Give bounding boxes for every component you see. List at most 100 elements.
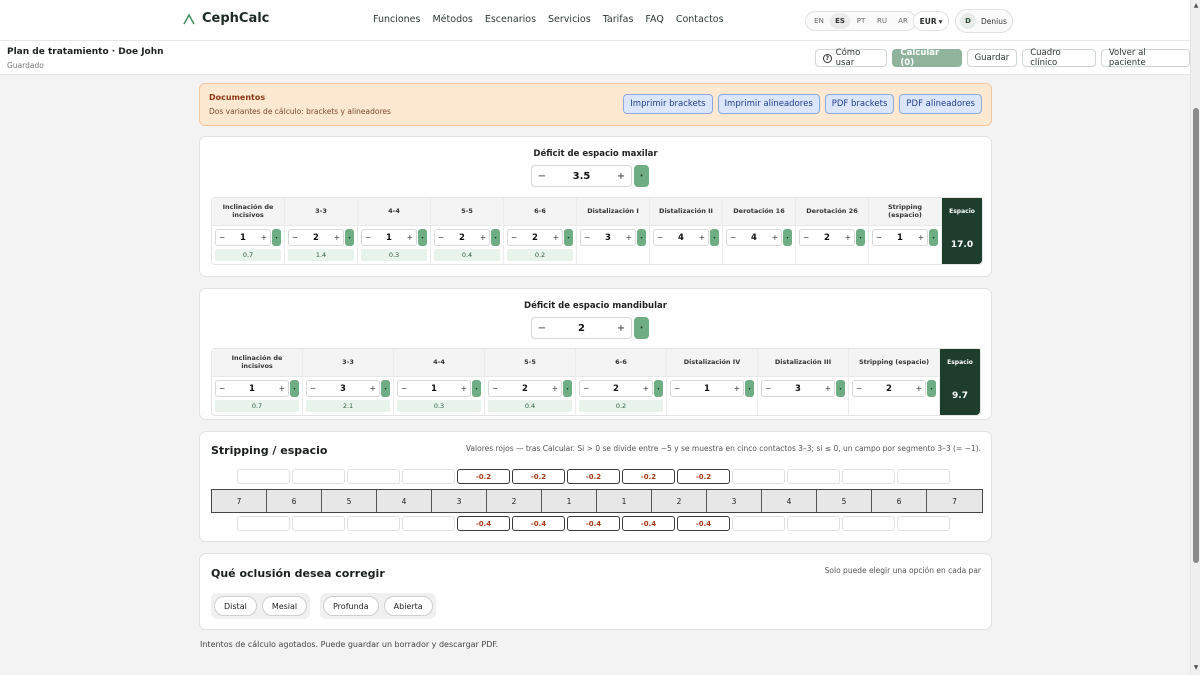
plus-icon[interactable]: +: [643, 384, 649, 393]
pdf-brackets-button[interactable]: PDF brackets: [824, 94, 895, 114]
user-menu[interactable]: D Denius: [955, 9, 1013, 33]
param-apply-button[interactable]: ▾: [472, 380, 481, 397]
stripping-cell[interactable]: [402, 469, 455, 484]
maxillary-value-field[interactable]: − 3.5 +: [531, 165, 632, 187]
plus-icon[interactable]: +: [552, 384, 558, 393]
stripping-cell[interactable]: [787, 516, 840, 531]
param-apply-button[interactable]: ▾: [856, 229, 865, 246]
stripping-cell[interactable]: [402, 516, 455, 531]
plus-icon[interactable]: +: [616, 323, 626, 334]
minus-icon[interactable]: −: [657, 233, 663, 242]
plus-icon[interactable]: +: [699, 233, 705, 242]
mandibular-value-field[interactable]: − 2 +: [531, 317, 632, 339]
param-apply-button[interactable]: ▾: [783, 229, 792, 246]
stripping-cell[interactable]: -0.4: [457, 516, 510, 531]
back-to-patient-button[interactable]: Volver al paciente: [1100, 48, 1190, 68]
plus-icon[interactable]: +: [370, 384, 376, 393]
plus-icon[interactable]: +: [279, 384, 285, 393]
lang-es[interactable]: ES: [830, 13, 850, 29]
stripping-cell[interactable]: [897, 469, 950, 484]
stripping-cell[interactable]: -0.4: [567, 516, 620, 531]
minus-icon[interactable]: −: [730, 233, 736, 242]
clinical-picture-button[interactable]: Cuadro clínico: [1022, 48, 1096, 68]
minus-icon[interactable]: −: [537, 323, 547, 334]
param-apply-button[interactable]: ▾: [563, 380, 572, 397]
minus-icon[interactable]: −: [537, 171, 547, 182]
param-value-field[interactable]: − 2 +: [488, 380, 562, 397]
calculate-button[interactable]: Calcular (0): [892, 48, 962, 68]
lang-ar[interactable]: AR: [893, 13, 913, 29]
minus-icon[interactable]: −: [219, 384, 225, 393]
stripping-cell[interactable]: [732, 516, 785, 531]
nav-servicios[interactable]: Servicios: [548, 14, 591, 25]
scroll-up-icon[interactable]: ▲: [1192, 2, 1200, 10]
param-value-field[interactable]: − 3 +: [306, 380, 380, 397]
param-apply-button[interactable]: ▾: [929, 229, 938, 246]
minus-icon[interactable]: −: [292, 233, 298, 242]
brand-logo[interactable]: CephCalc: [182, 11, 269, 26]
minus-icon[interactable]: −: [584, 233, 590, 242]
param-value-field[interactable]: − 3 +: [580, 229, 636, 246]
plus-icon[interactable]: +: [825, 384, 831, 393]
param-value-field[interactable]: − 4 +: [726, 229, 782, 246]
plus-icon[interactable]: +: [772, 233, 778, 242]
param-apply-button[interactable]: ▾: [710, 229, 719, 246]
stripping-cell[interactable]: [732, 469, 785, 484]
plus-icon[interactable]: +: [734, 384, 740, 393]
param-apply-button[interactable]: ▾: [418, 229, 427, 246]
param-apply-button[interactable]: ▾: [290, 380, 299, 397]
plus-icon[interactable]: +: [461, 384, 467, 393]
plus-icon[interactable]: +: [616, 171, 626, 182]
pdf-aligners-button[interactable]: PDF alineadores: [899, 94, 982, 114]
param-value-field[interactable]: − 2 +: [799, 229, 855, 246]
stripping-cell[interactable]: [347, 516, 400, 531]
param-value-field[interactable]: − 1 +: [215, 229, 271, 246]
param-apply-button[interactable]: ▾: [381, 380, 390, 397]
minus-icon[interactable]: −: [438, 233, 444, 242]
param-apply-button[interactable]: ▾: [272, 229, 281, 246]
minus-icon[interactable]: −: [856, 384, 862, 393]
stripping-cell[interactable]: -0.2: [622, 469, 675, 484]
minus-icon[interactable]: −: [765, 384, 771, 393]
option-abierta[interactable]: Abierta: [383, 596, 433, 616]
param-value-field[interactable]: − 4 +: [653, 229, 709, 246]
param-value-field[interactable]: − 3 +: [761, 380, 835, 397]
save-button[interactable]: Guardar: [966, 49, 1018, 67]
lang-en[interactable]: EN: [809, 13, 829, 29]
stripping-cell[interactable]: [347, 469, 400, 484]
param-apply-button[interactable]: ▾: [564, 229, 573, 246]
maxillary-apply-button[interactable]: ▾: [634, 165, 649, 187]
minus-icon[interactable]: −: [365, 233, 371, 242]
param-apply-button[interactable]: ▾: [836, 380, 845, 397]
param-value-field[interactable]: − 1 +: [397, 380, 471, 397]
param-apply-button[interactable]: ▾: [654, 380, 663, 397]
option-distal[interactable]: Distal: [214, 596, 257, 616]
nav-faq[interactable]: FAQ: [645, 14, 663, 25]
scroll-down-icon[interactable]: ▼: [1192, 664, 1200, 672]
nav-metodos[interactable]: Métodos: [432, 14, 472, 25]
minus-icon[interactable]: −: [219, 233, 225, 242]
plus-icon[interactable]: +: [916, 384, 922, 393]
stripping-cell[interactable]: -0.4: [677, 516, 730, 531]
currency-select[interactable]: EUR ▾: [913, 11, 949, 31]
print-brackets-button[interactable]: Imprimir brackets: [623, 94, 713, 114]
minus-icon[interactable]: −: [492, 384, 498, 393]
param-value-field[interactable]: − 2 +: [852, 380, 926, 397]
minus-icon[interactable]: −: [310, 384, 316, 393]
param-value-field[interactable]: − 1 +: [361, 229, 417, 246]
stripping-cell[interactable]: [237, 469, 290, 484]
scroll-thumb[interactable]: [1193, 108, 1199, 563]
lang-ru[interactable]: RU: [872, 13, 892, 29]
minus-icon[interactable]: −: [401, 384, 407, 393]
stripping-cell[interactable]: [842, 469, 895, 484]
option-mesial[interactable]: Mesial: [261, 596, 308, 616]
param-apply-button[interactable]: ▾: [927, 380, 936, 397]
plus-icon[interactable]: +: [626, 233, 632, 242]
param-value-field[interactable]: − 2 +: [579, 380, 653, 397]
nav-contactos[interactable]: Contactos: [676, 14, 724, 25]
param-value-field[interactable]: − 2 +: [434, 229, 490, 246]
stripping-cell[interactable]: [842, 516, 895, 531]
minus-icon[interactable]: −: [674, 384, 680, 393]
param-value-field[interactable]: − 1 +: [215, 380, 289, 397]
stripping-cell[interactable]: [237, 516, 290, 531]
